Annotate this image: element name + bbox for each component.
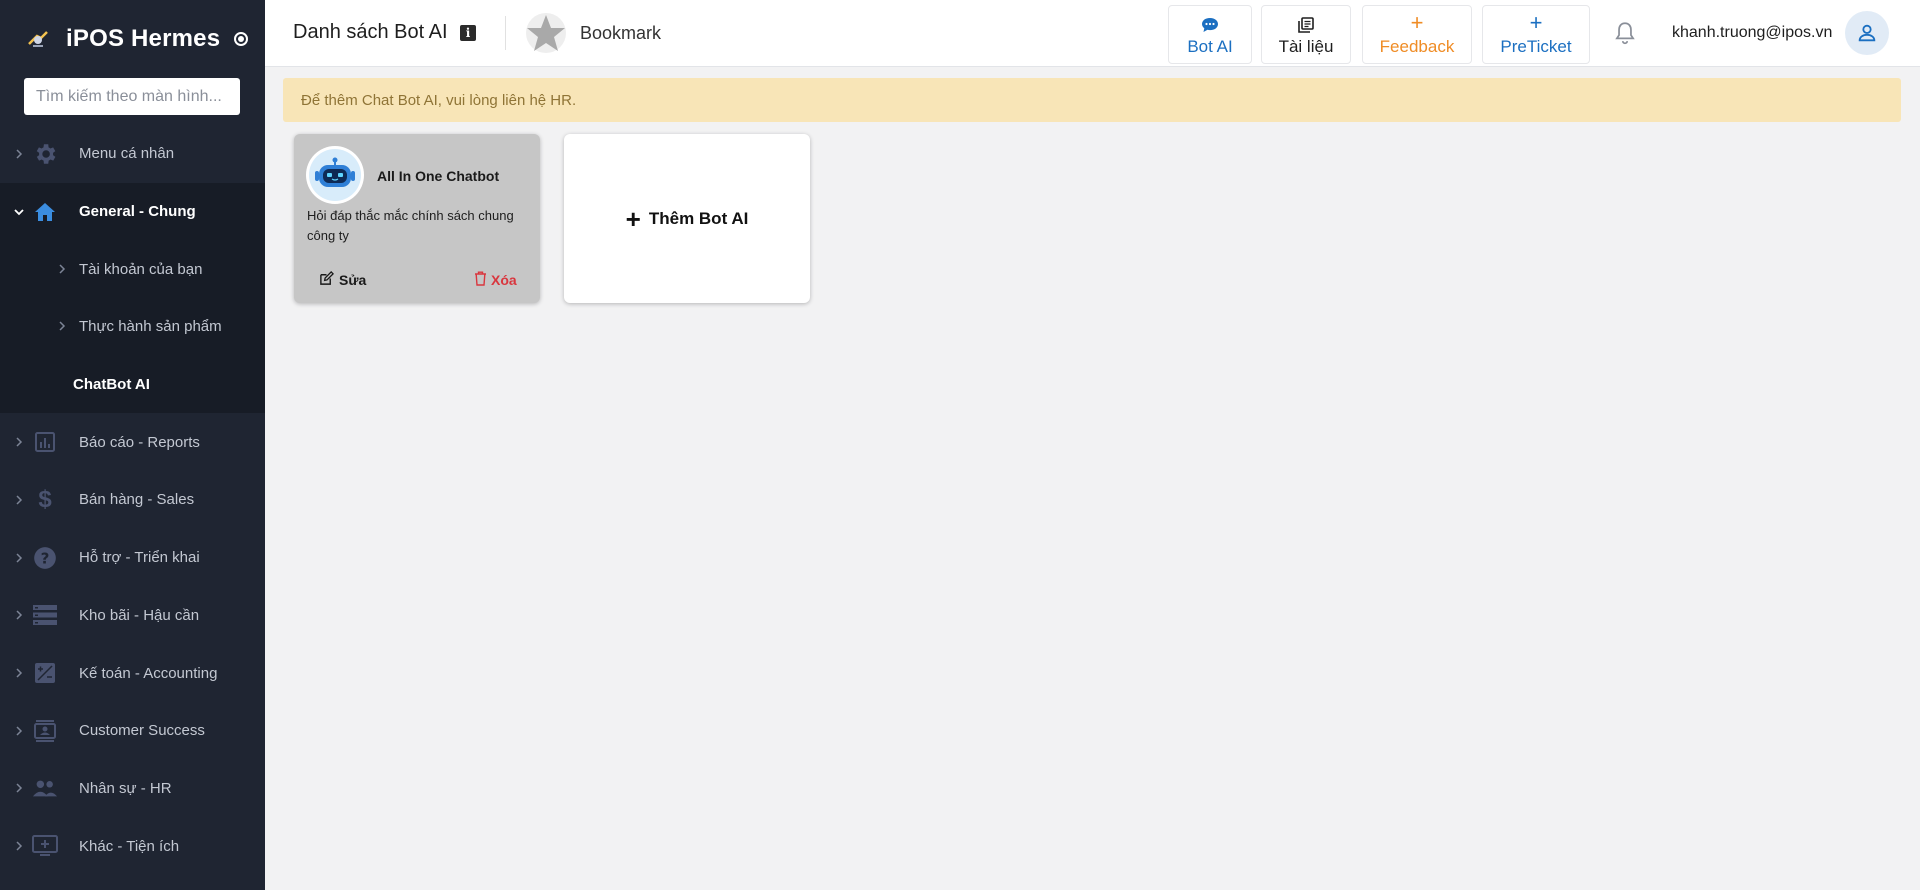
dollar-icon: $ xyxy=(38,485,52,513)
edit-label: Sửa xyxy=(339,272,367,288)
add-bot-card[interactable]: + Thêm Bot AI xyxy=(564,134,810,303)
sidebar-item-label: Khác - Tiện ích xyxy=(79,837,180,855)
chevron-right-icon xyxy=(14,668,24,678)
info-icon[interactable]: i xyxy=(460,25,476,41)
sidebar-item-hr[interactable]: Nhân sự - HR xyxy=(0,760,265,818)
chevron-right-icon xyxy=(14,610,24,620)
plus-icon: + xyxy=(1410,9,1424,35)
notice-banner: Để thêm Chat Bot AI, vui lòng liên hệ HR… xyxy=(283,78,1901,122)
sidebar-item-label: Báo cáo - Reports xyxy=(79,433,200,451)
preticket-label: PreTicket xyxy=(1500,36,1572,56)
trash-icon xyxy=(474,271,487,289)
sidebar-item-label: Hỗ trợ - Triển khai xyxy=(79,549,200,567)
user-email[interactable]: khanh.truong@ipos.vn xyxy=(1672,24,1832,42)
add-bot-label: Thêm Bot AI xyxy=(648,208,749,228)
delete-bot-button[interactable]: Xóa xyxy=(474,271,517,289)
plus-icon: + xyxy=(1529,9,1543,35)
bookmark-label[interactable]: Bookmark xyxy=(580,23,661,44)
logo-icon xyxy=(24,25,52,53)
chevron-right-icon xyxy=(14,726,24,736)
chevron-right-icon xyxy=(14,841,24,851)
chat-bubble-icon xyxy=(1201,13,1219,33)
general-submenu: Tài khoản của bạn Thực hành sản phẩm Cha… xyxy=(0,240,265,414)
chevron-right-icon xyxy=(14,553,24,563)
chevron-right-icon xyxy=(58,318,66,335)
chevron-right-icon xyxy=(14,149,24,159)
bot-ai-button[interactable]: Bot AI xyxy=(1168,5,1252,64)
sidebar-item-label: General - Chung xyxy=(79,203,196,221)
sidebar-item-label: Bán hàng - Sales xyxy=(79,491,195,509)
plus-icon: + xyxy=(625,203,641,234)
chevron-right-icon xyxy=(14,495,24,505)
sidebar-item-tai-khoan[interactable]: Tài khoản của bạn xyxy=(0,240,265,298)
notice-text: Để thêm Chat Bot AI, vui lòng liên hệ HR… xyxy=(301,91,577,109)
feedback-button[interactable]: + Feedback xyxy=(1362,5,1472,64)
sidebar-item-general[interactable]: General - Chung xyxy=(0,182,265,241)
chevron-right-icon xyxy=(14,437,24,447)
add-bot-button[interactable]: + Thêm Bot AI xyxy=(625,203,749,234)
star-icon[interactable] xyxy=(525,12,567,54)
sidebar-search-input[interactable] xyxy=(24,78,240,115)
sidebar: iPOS Hermes Menu cá nhân General - Chung… xyxy=(0,0,265,890)
app-name: iPOS Hermes xyxy=(66,25,221,52)
edit-bot-button[interactable]: Sửa xyxy=(319,271,366,289)
chevron-right-icon xyxy=(58,261,66,278)
sidebar-item-label: Tài khoản của bạn xyxy=(79,260,203,278)
contact-card-icon xyxy=(32,718,58,744)
sidebar-item-reports[interactable]: Báo cáo - Reports xyxy=(0,413,265,471)
sidebar-item-other[interactable]: Khác - Tiện ích xyxy=(0,817,265,875)
sidebar-item-label: Menu cá nhân xyxy=(79,145,175,163)
sidebar-item-label: Thực hành sản phẩm xyxy=(79,318,222,336)
sidebar-item-label: Nhân sự - HR xyxy=(79,779,172,797)
top-header: Danh sách Bot AI i Bookmark Bot AI Tài l… xyxy=(265,0,1920,67)
sidebar-item-accounting[interactable]: Kế toán - Accounting xyxy=(0,644,265,702)
sidebar-item-chatbot-ai[interactable]: ChatBot AI xyxy=(0,356,265,414)
header-divider xyxy=(505,16,506,50)
help-icon: ? xyxy=(32,545,58,571)
brand: iPOS Hermes xyxy=(0,0,265,78)
storage-icon xyxy=(32,602,58,628)
sidebar-item-label: Kho bãi - Hậu cần xyxy=(79,606,200,624)
sidebar-item-label: Customer Success xyxy=(79,722,205,740)
people-icon xyxy=(32,775,58,801)
chevron-right-icon xyxy=(14,783,24,793)
feedback-label: Feedback xyxy=(1379,36,1455,56)
sidebar-menu: Menu cá nhân General - Chung Tài khoản c… xyxy=(0,125,265,875)
bell-icon[interactable] xyxy=(1612,20,1638,46)
sidebar-item-thuc-hanh[interactable]: Thực hành sản phẩm xyxy=(0,298,265,356)
radio-dot-icon[interactable] xyxy=(234,32,249,46)
bar-chart-icon xyxy=(32,429,58,455)
preticket-button[interactable]: + PreTicket xyxy=(1482,5,1590,64)
bot-name: All In One Chatbot xyxy=(377,168,500,184)
docs-label: Tài liệu xyxy=(1278,36,1334,56)
home-icon xyxy=(32,199,58,225)
documents-icon xyxy=(1298,13,1314,33)
sidebar-item-menu-ca-nhan[interactable]: Menu cá nhân xyxy=(0,125,265,183)
add-screen-icon xyxy=(32,833,58,859)
user-avatar[interactable] xyxy=(1845,11,1889,55)
delete-label: Xóa xyxy=(491,272,517,288)
sidebar-item-support[interactable]: ? Hỗ trợ - Triển khai xyxy=(0,529,265,587)
page-title: Danh sách Bot AI xyxy=(293,21,448,43)
svg-text:?: ? xyxy=(41,549,50,567)
docs-button[interactable]: Tài liệu xyxy=(1261,5,1351,64)
edit-icon xyxy=(319,271,334,289)
bot-description: Hỏi đáp thắc mắc chính sách chung công t… xyxy=(307,208,514,243)
calculator-icon xyxy=(32,660,58,686)
chevron-down-icon xyxy=(14,207,24,217)
sidebar-item-label: ChatBot AI xyxy=(73,376,150,394)
sidebar-item-warehouse[interactable]: Kho bãi - Hậu cần xyxy=(0,587,265,645)
gear-icon xyxy=(32,141,58,167)
sidebar-item-label: Kế toán - Accounting xyxy=(79,664,218,682)
bot-ai-label: Bot AI xyxy=(1187,36,1233,56)
bot-card[interactable]: All In One Chatbot Hỏi đáp thắc mắc chín… xyxy=(294,134,540,303)
user-icon xyxy=(1858,24,1876,42)
robot-avatar-icon xyxy=(306,146,364,204)
sidebar-item-customer-success[interactable]: Customer Success xyxy=(0,702,265,760)
sidebar-item-sales[interactable]: $ Bán hàng - Sales xyxy=(0,471,265,529)
sidebar-search xyxy=(0,78,265,118)
